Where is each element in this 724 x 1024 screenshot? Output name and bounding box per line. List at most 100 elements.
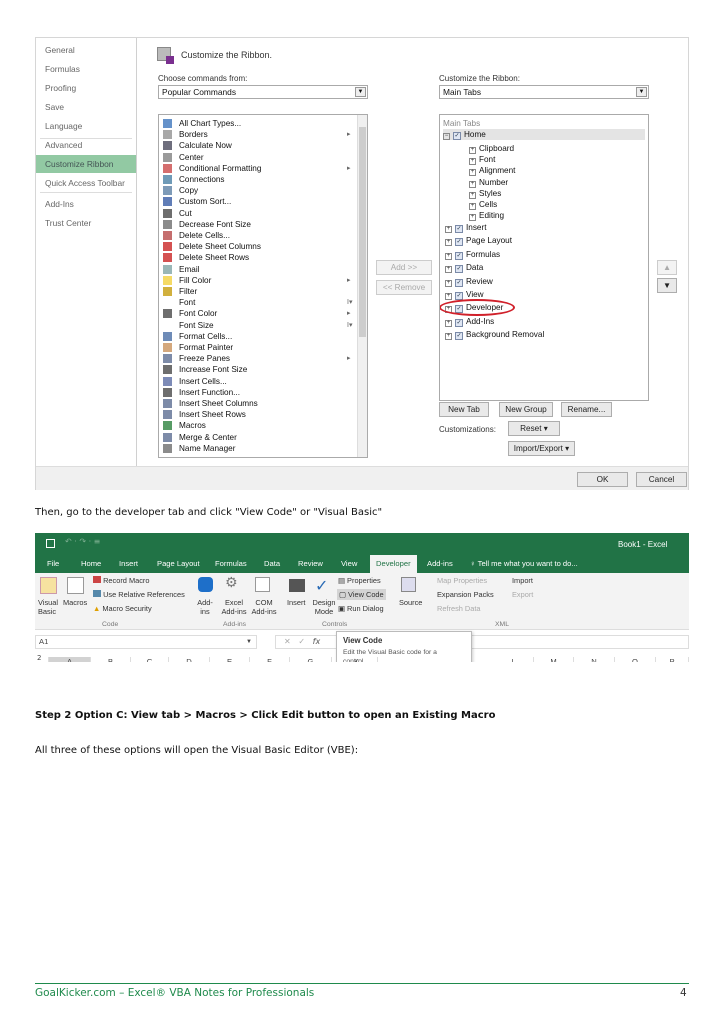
expand-icon[interactable]: + <box>445 319 452 327</box>
tree-group-item[interactable]: + Cells <box>469 199 497 210</box>
reset-button[interactable]: Reset ▾ <box>508 421 560 436</box>
tree-group-item[interactable]: + Clipboard <box>469 143 514 154</box>
command-item[interactable]: Calculate Now <box>159 140 357 151</box>
import-export-button[interactable]: Import/Export ▾ <box>508 441 575 456</box>
command-item[interactable]: Fill Color ▸ <box>159 275 357 286</box>
source-button[interactable]: Source <box>399 598 422 607</box>
map-properties-button[interactable]: Map Properties <box>437 576 487 585</box>
run-dialog-button[interactable]: ▣ Run Dialog <box>338 604 384 613</box>
command-item[interactable]: Cut <box>159 208 357 219</box>
visual-basic-button[interactable]: Visual Basic <box>38 598 60 616</box>
tree-item-home[interactable]: − ✓ Home <box>443 129 645 140</box>
customize-ribbon-dropdown[interactable]: Main Tabs ▼ <box>439 85 649 99</box>
column-header-N[interactable]: N <box>574 657 615 662</box>
expand-icon[interactable]: + <box>445 292 452 300</box>
expand-icon[interactable]: + <box>445 239 452 247</box>
command-item[interactable]: Filter <box>159 286 357 297</box>
command-item[interactable]: Freeze Panes ▸ <box>159 353 357 364</box>
checkbox[interactable]: ✓ <box>455 224 463 233</box>
column-header-D[interactable]: D <box>169 657 210 662</box>
command-item[interactable]: Insert Function... <box>159 387 357 398</box>
command-item[interactable]: Delete Sheet Columns <box>159 241 357 252</box>
command-item[interactable]: Connections <box>159 174 357 185</box>
checkbox[interactable]: ✓ <box>453 132 461 140</box>
ribbon-tabs-tree[interactable]: Main Tabs − ✓ Home + Clipboard + Font + Alignment… <box>439 114 649 401</box>
add-ins-button[interactable]: Add-ins <box>195 598 215 616</box>
command-item[interactable]: Custom Sort... <box>159 196 357 207</box>
command-item[interactable]: Insert Cells... <box>159 376 357 387</box>
checkbox[interactable]: ✓ <box>455 332 463 341</box>
tree-group-item[interactable]: + Alignment <box>469 165 515 177</box>
command-item[interactable]: Font Color ▸ <box>159 308 357 319</box>
new-tab-button[interactable]: New Tab <box>439 402 489 417</box>
command-item[interactable]: Delete Sheet Rows <box>159 252 357 263</box>
nav-item-add-ins[interactable]: Add-Ins <box>36 195 136 213</box>
command-item[interactable]: Merge & Center <box>159 432 357 443</box>
column-header-L[interactable]: L <box>494 657 534 662</box>
command-item[interactable]: Copy <box>159 185 357 196</box>
name-box[interactable]: A1 ▼ <box>35 635 257 649</box>
nav-item-formulas[interactable]: Formulas <box>36 60 136 78</box>
column-header-A[interactable]: A <box>49 657 91 662</box>
commands-list[interactable]: All Chart Types... Borders ▸ Calculate Now C… <box>158 114 368 458</box>
add-button[interactable]: Add >> <box>376 260 432 275</box>
save-icon[interactable] <box>46 539 55 548</box>
column-header-F[interactable]: F <box>250 657 290 662</box>
use-relative-references-button[interactable]: Use Relative References <box>93 590 185 599</box>
export-button[interactable]: Export <box>512 590 533 599</box>
expand-icon[interactable]: + <box>469 214 476 222</box>
undo-redo-icon[interactable]: ↶ · ↷ · ≡ <box>65 537 100 546</box>
tab-formulas[interactable]: Formulas <box>215 555 247 573</box>
tree-item-insert[interactable]: + ✓ Insert <box>445 222 486 233</box>
view-code-button[interactable]: ▢ View Code <box>337 589 386 600</box>
cancel-button[interactable]: Cancel <box>636 472 687 487</box>
tab-insert[interactable]: Insert <box>119 555 138 573</box>
nav-item-proofing[interactable]: Proofing <box>36 79 136 97</box>
expansion-packs-button[interactable]: Expansion Packs <box>437 590 494 599</box>
expand-icon[interactable]: + <box>445 333 452 341</box>
command-item[interactable]: Font I▾ <box>159 297 357 308</box>
macro-security-button[interactable]: ▲ Macro Security <box>93 604 152 613</box>
expand-icon[interactable]: + <box>469 191 476 199</box>
column-header-G[interactable]: G <box>290 657 332 662</box>
move-up-button[interactable]: ▲ <box>657 260 677 275</box>
command-item[interactable]: Name Manager <box>159 443 357 454</box>
command-item[interactable]: Insert Sheet Columns <box>159 398 357 409</box>
expand-icon[interactable]: + <box>445 266 452 274</box>
scrollbar[interactable] <box>357 115 367 457</box>
tree-item-formulas[interactable]: + ✓ Formulas <box>445 249 500 260</box>
refresh-data-button[interactable]: Refresh Data <box>437 604 481 613</box>
column-header-E[interactable]: E <box>210 657 250 662</box>
nav-item-customize-ribbon[interactable]: Customize Ribbon <box>36 155 136 173</box>
expand-icon[interactable]: + <box>469 169 476 177</box>
nav-item-trust-center[interactable]: Trust Center <box>36 214 136 232</box>
column-header-M[interactable]: M <box>534 657 574 662</box>
move-down-button[interactable]: ▼ <box>657 278 677 293</box>
collapse-icon[interactable]: − <box>443 133 450 140</box>
tell-me-box[interactable]: ♀ Tell me what you want to do... <box>470 555 578 573</box>
tree-group-item[interactable]: + Styles <box>469 188 501 199</box>
command-item[interactable]: Increase Font Size <box>159 364 357 375</box>
tab-developer[interactable]: Developer <box>370 555 417 573</box>
expand-icon[interactable]: + <box>469 147 476 154</box>
remove-button[interactable]: << Remove <box>376 280 432 295</box>
row-header-2[interactable]: 2 <box>37 654 41 662</box>
macros-button[interactable]: Macros <box>63 598 87 607</box>
design-mode-button[interactable]: Design Mode <box>312 598 336 616</box>
nav-item-quick-access-toolbar[interactable]: Quick Access Toolbar <box>36 174 136 192</box>
excel-add-ins-button[interactable]: Excel Add-ins <box>221 598 247 616</box>
insert-control-button[interactable]: Insert <box>287 598 305 607</box>
expand-icon[interactable]: + <box>469 180 476 188</box>
tree-item-data[interactable]: + ✓ Data <box>445 262 483 274</box>
ok-button[interactable]: OK <box>577 472 628 487</box>
new-group-button[interactable]: New Group <box>499 402 553 417</box>
expand-icon[interactable]: + <box>469 158 476 166</box>
tab-page-layout[interactable]: Page Layout <box>157 555 200 573</box>
tab-file[interactable]: File <box>47 555 59 573</box>
column-header-O[interactable]: O <box>615 657 656 662</box>
tab-home[interactable]: Home <box>81 555 101 573</box>
command-item[interactable]: Conditional Formatting ▸ <box>159 163 357 174</box>
tree-item-background-removal[interactable]: + ✓ Background Removal <box>445 329 544 341</box>
command-item[interactable]: Insert Sheet Rows <box>159 409 357 420</box>
command-item[interactable]: Borders ▸ <box>159 129 357 140</box>
